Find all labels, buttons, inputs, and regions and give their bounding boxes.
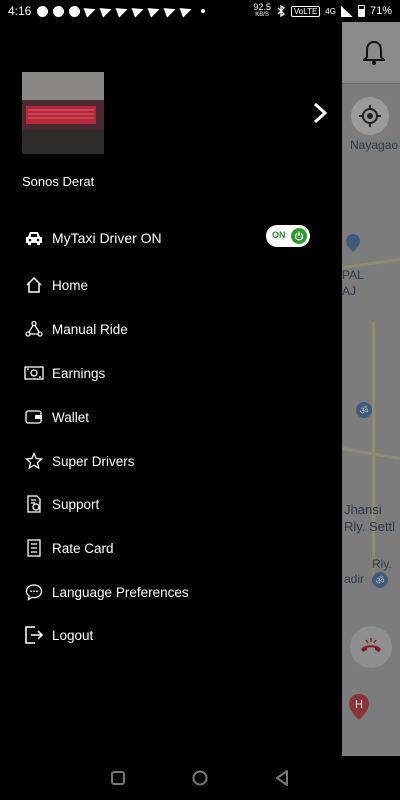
whatsapp-icon (37, 5, 49, 17)
temple-icon: ॐ (356, 402, 372, 418)
toggle-on-label: ON (272, 230, 286, 240)
taxi-icon (24, 228, 44, 248)
menu-item-label: Home (52, 277, 89, 293)
menu-item-label: Earnings (52, 365, 106, 381)
map-road (342, 446, 400, 461)
volte-badge: VoLTE (290, 5, 321, 17)
telegram-icon (99, 4, 114, 18)
telegram-icon (131, 4, 146, 18)
menu-item-label: Rate Card (52, 540, 114, 556)
menu-item-super-drivers[interactable]: Super Drivers (24, 449, 324, 473)
map-label: AJ (342, 284, 357, 298)
navigation-drawer: Sonos Derat MyTaxi Driver ON ON Home Man… (0, 22, 342, 756)
chevron-right-icon[interactable] (310, 102, 330, 124)
phone-hangup-icon (361, 638, 381, 652)
menu-item-rate-card[interactable]: Rate Card (24, 536, 324, 560)
emergency-call-button[interactable] (350, 626, 392, 668)
menu-item-language-preferences[interactable]: Language Preferences (24, 580, 324, 604)
menu-item-home[interactable]: Home (24, 273, 324, 297)
net-speed-unit: KB/S (255, 12, 269, 18)
status-right: 92.5 KB/S VoLTE 4G 71% (253, 3, 392, 19)
driver-status-label: MyTaxi Driver ON (52, 230, 162, 246)
menu-item-earnings[interactable]: Earnings (24, 361, 324, 385)
bell-icon[interactable] (363, 40, 385, 66)
menu-item-label: Language Preferences (52, 584, 189, 600)
map-pin-icon (346, 234, 360, 252)
map-top-bar (342, 22, 400, 84)
chat-bubble-icon (24, 582, 44, 602)
telegram-icon (115, 4, 130, 18)
svg-text:H: H (355, 698, 363, 711)
cash-icon (24, 363, 44, 383)
map-label: Rly. (372, 557, 392, 571)
menu-item-label: Support (52, 496, 100, 512)
power-icon (291, 228, 307, 244)
status-time: 4:16 (8, 4, 32, 18)
menu-item-manual-ride[interactable]: Manual Ride (24, 317, 324, 341)
map-label: adir (344, 572, 365, 586)
menu-item-logout[interactable]: Logout (24, 623, 324, 647)
map-label: Rly. Settl (344, 519, 396, 534)
support-icon (24, 494, 44, 514)
back-button[interactable] (272, 768, 292, 788)
message-icon (69, 5, 81, 17)
logout-icon (24, 625, 44, 645)
menu-item-label: Wallet (52, 409, 90, 425)
share-nodes-icon (24, 319, 44, 339)
star-icon (24, 451, 44, 471)
map-label: Nayagao (350, 138, 399, 152)
telegram-icon (163, 4, 178, 18)
svg-text:ॐ: ॐ (359, 405, 368, 417)
battery-level: 71% (369, 5, 392, 17)
telegram-icon (83, 4, 98, 18)
svg-text:ॐ: ॐ (375, 575, 384, 587)
system-nav-bar (0, 756, 400, 800)
home-button[interactable] (190, 768, 210, 788)
driver-status-toggle[interactable]: ON (266, 225, 310, 247)
profile-name: Sonos Derat (22, 174, 95, 189)
temple-icon: ॐ (372, 572, 388, 588)
map-view[interactable]: Nayagao PAL AJ ॐ Jhansi Rly. Settl Rly. … (342, 22, 400, 756)
more-notifications-icon (201, 9, 206, 13)
map-road (372, 322, 375, 582)
battery-icon (357, 5, 365, 17)
menu-item-label: Manual Ride (52, 321, 128, 337)
chat-icon (53, 5, 65, 17)
my-location-button[interactable] (351, 97, 389, 135)
menu-item-label: Super Drivers (52, 453, 135, 469)
hospital-pin-icon: H (349, 694, 369, 720)
map-label: PAL (342, 268, 364, 282)
menu-item-wallet[interactable]: Wallet (24, 405, 324, 429)
bluetooth-icon (277, 5, 285, 17)
rate-card-icon (24, 538, 44, 558)
status-bar: 4:16 92.5 KB/S VoLTE 4G 71% (0, 0, 400, 22)
crosshair-icon (359, 105, 381, 127)
map-label: Jhansi (344, 502, 382, 517)
avatar[interactable] (22, 72, 104, 154)
signal-label: 4G (325, 6, 336, 16)
wallet-icon (24, 407, 44, 427)
notification-icons (37, 4, 206, 18)
net-speed-value: 92.5 (253, 2, 271, 12)
recents-button[interactable] (108, 768, 128, 788)
net-speed: 92.5 KB/S (253, 3, 271, 19)
menu-item-support[interactable]: Support (24, 492, 324, 516)
profile-photo (22, 72, 104, 154)
telegram-icon (147, 4, 162, 18)
signal-icon (340, 5, 353, 17)
menu-item-label: Logout (52, 627, 94, 643)
home-icon (24, 275, 44, 295)
telegram-icon (179, 4, 194, 18)
